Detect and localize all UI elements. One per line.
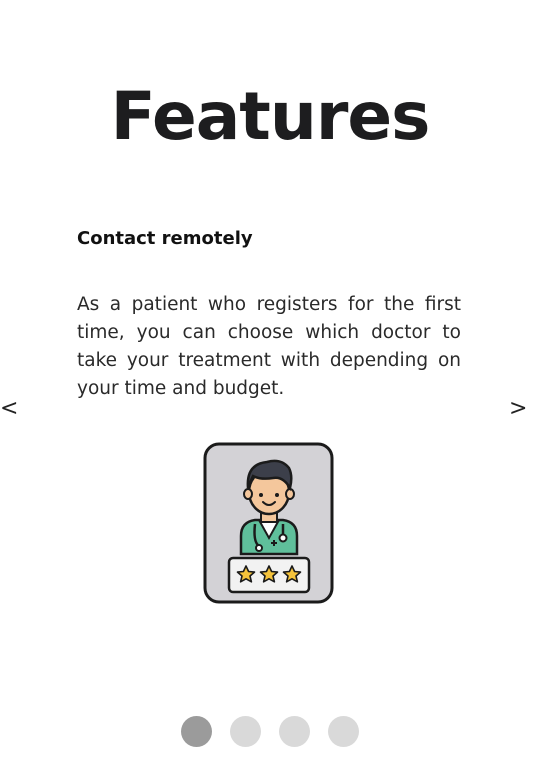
slide-heading: Contact remotely [77, 228, 253, 249]
pagination-dot-3[interactable] [279, 716, 310, 747]
next-slide-button[interactable]: > [509, 395, 527, 423]
pagination-dot-4[interactable] [328, 716, 359, 747]
feature-slide: Contact remotely As a patient who regist… [77, 228, 461, 403]
slide-description: As a patient who registers for the first… [77, 294, 461, 399]
doctor-rating-card-icon [203, 442, 335, 606]
previous-slide-button[interactable]: < [0, 395, 18, 423]
pagination-dot-1[interactable] [181, 716, 212, 747]
page-title: Features [110, 78, 431, 155]
pagination-dots [181, 716, 359, 747]
pagination-dot-2[interactable] [230, 716, 261, 747]
